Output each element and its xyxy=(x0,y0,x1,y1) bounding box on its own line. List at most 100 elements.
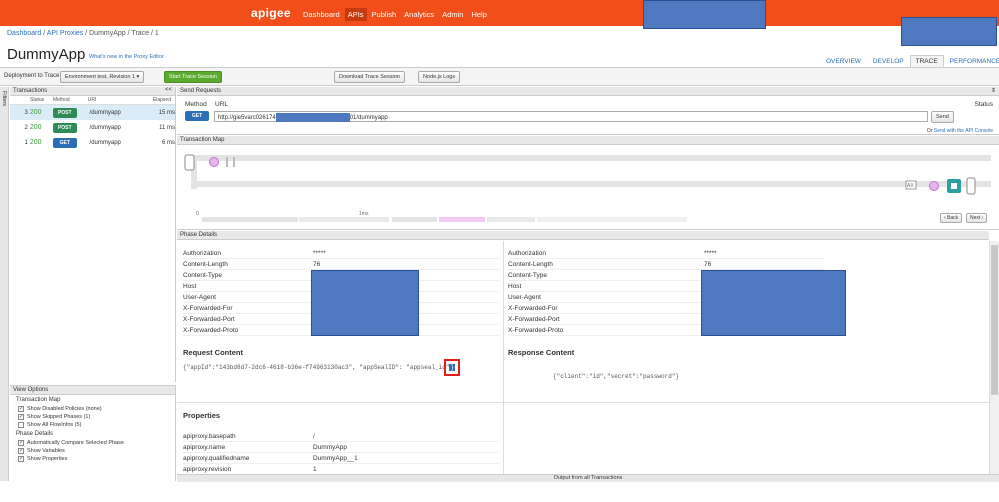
header-name: X-Forwarded-Proto xyxy=(508,326,564,334)
option-all-flowinfos[interactable]: Show All FlowInfos (5) xyxy=(10,421,175,429)
breadcrumb-proxy: DummyApp xyxy=(89,30,126,37)
properties-table: apiproxy.basepath / apiproxy.name DummyApp… xyxy=(183,431,499,475)
checkbox-checked-icon[interactable]: ✓ xyxy=(18,406,24,412)
download-trace-button[interactable]: Download Trace Session xyxy=(334,71,405,83)
checkbox-checked-icon[interactable]: ✓ xyxy=(18,456,24,462)
or-text: Or xyxy=(926,128,934,134)
nav-help[interactable]: Help xyxy=(468,8,489,21)
property-value: / xyxy=(313,432,315,440)
filters-strip[interactable]: Filters xyxy=(0,87,9,481)
checkbox-checked-icon[interactable]: ✓ xyxy=(18,414,24,420)
property-name: apiproxy.qualifiedname xyxy=(183,454,250,462)
step-divider-icon xyxy=(226,157,228,167)
property-value: DummyApp xyxy=(313,443,347,451)
phase-details-title: Phase Details xyxy=(177,231,989,240)
transaction-row[interactable]: 1 200 GET /dummyapp 6 ms xyxy=(10,135,175,150)
apigee-logo[interactable]: apigee xyxy=(251,6,291,20)
api-console-link[interactable]: Send with the API Console xyxy=(934,128,993,134)
redaction-box xyxy=(311,270,419,336)
col-method[interactable]: Method xyxy=(41,97,76,103)
col-elapsed[interactable]: Elapsed xyxy=(139,97,175,103)
col-status[interactable]: Status xyxy=(10,97,44,103)
scrollbar-thumb[interactable] xyxy=(991,245,998,395)
transactions-panel: Transactions << Status Method URI Elapse… xyxy=(10,87,176,382)
option-label: Automatically Compare Selected Phase xyxy=(27,440,124,446)
header-name: Content-Length xyxy=(183,260,228,268)
redaction-box xyxy=(275,113,350,122)
breadcrumb-api-proxies[interactable]: API Proxies xyxy=(47,30,84,37)
header-value: 76 xyxy=(313,260,321,268)
status-label: Status xyxy=(974,101,993,108)
row-status: 200 xyxy=(29,109,42,116)
phase-scrollbar[interactable] xyxy=(989,241,999,481)
option-label: Show Variables xyxy=(27,448,65,454)
option-skipped-phases[interactable]: ✓ Show Skipped Phases (1) xyxy=(10,413,175,421)
send-button[interactable]: Send xyxy=(931,111,954,123)
option-show-variables[interactable]: ✓ Show Variables xyxy=(10,447,175,455)
url-label: URL xyxy=(215,101,229,108)
response-content-body: {"client":"id","secret":"password"} xyxy=(553,373,680,380)
response-content-title: Response Content xyxy=(508,348,575,357)
timeline-segment xyxy=(299,217,389,222)
nav-publish[interactable]: Publish xyxy=(369,8,400,21)
transaction-map-title: Transaction Map xyxy=(177,136,999,145)
property-name: apiproxy.name xyxy=(183,443,226,451)
option-auto-compare[interactable]: ✓ Automatically Compare Selected Phase xyxy=(10,439,175,447)
output-panel-bar[interactable]: Output from all Transactions xyxy=(177,474,999,482)
request-json: {"appId":"143bd8d7-2dc6-4618-b36e-f74963… xyxy=(183,364,450,371)
col-uri[interactable]: URI xyxy=(76,97,140,103)
collapse-icon[interactable]: << xyxy=(165,87,172,93)
nav-analytics[interactable]: Analytics xyxy=(401,8,437,21)
breadcrumb-trace: Trace xyxy=(131,30,150,37)
transaction-row[interactable]: 2 200 POST /dummyapp 11 ms xyxy=(10,120,175,135)
timeline-segment xyxy=(392,217,437,222)
map-options-title: Transaction Map xyxy=(16,397,61,403)
option-show-properties[interactable]: ✓ Show Properties xyxy=(10,455,175,463)
row-uri: /dummyapp xyxy=(89,124,121,131)
header-name: X-Forwarded-Port xyxy=(183,315,235,323)
header-name: User-Agent xyxy=(508,293,541,301)
property-name: apiproxy.revision xyxy=(183,465,232,473)
header-name: X-Forwarded-For xyxy=(508,304,558,312)
send-requests-panel: Send Requests ⇕ Method URL Status GET htt… xyxy=(177,87,999,135)
properties-title: Properties xyxy=(183,411,221,420)
send-requests-header: Send Requests ⇕ xyxy=(177,87,999,96)
nav-admin[interactable]: Admin xyxy=(439,8,466,21)
checkbox-unchecked-icon[interactable] xyxy=(18,422,24,428)
property-value: 1 xyxy=(313,465,317,473)
timeline-segment xyxy=(487,217,535,222)
section-divider xyxy=(177,402,989,403)
nav-apis[interactable]: APIs xyxy=(344,8,367,21)
method-select[interactable]: GET xyxy=(185,111,209,121)
checkbox-checked-icon[interactable]: ✓ xyxy=(18,448,24,454)
transaction-row[interactable]: 3 200 POST /dummyapp 15 ms xyxy=(10,105,175,120)
row-number: 3 xyxy=(24,109,28,116)
view-options-title[interactable]: View Options xyxy=(10,386,175,395)
checkbox-checked-icon[interactable]: ✓ xyxy=(18,440,24,446)
header-value: 76 xyxy=(704,260,712,268)
whats-new-link[interactable]: What's new in the Proxy Editor xyxy=(89,54,164,60)
transactions-columns: Status Method URI Elapsed xyxy=(10,96,175,105)
breadcrumb-dashboard[interactable]: Dashboard xyxy=(7,30,41,37)
header-value: ***** xyxy=(704,249,717,257)
header-name: Content-Length xyxy=(508,260,553,268)
next-button[interactable]: Next › xyxy=(966,213,988,223)
request-content-title: Request Content xyxy=(183,348,243,357)
option-disabled-policies[interactable]: ✓ Show Disabled Policies (none) xyxy=(10,405,175,413)
row-uri: /dummyapp xyxy=(89,109,121,116)
option-label: Show Skipped Phases (1) xyxy=(27,414,91,420)
url-input[interactable]: http://gie5varc026174 01/dummyapp xyxy=(214,111,928,122)
row-status: 200 xyxy=(29,124,42,131)
environment-select[interactable]: Environment test, Revision 1 ▾ xyxy=(60,71,144,83)
nodejs-logs-button[interactable]: Node.js Logs xyxy=(418,71,461,83)
timeline-1ms: 1ms xyxy=(359,211,369,217)
nav-dashboard[interactable]: Dashboard xyxy=(300,8,343,21)
header-name: X-Forwarded-Proto xyxy=(183,326,239,334)
start-trace-button[interactable]: Start Trace Session xyxy=(164,71,222,83)
header-name: Content-Type xyxy=(183,271,223,279)
back-button[interactable]: ‹ Back xyxy=(940,213,963,223)
collapse-icon[interactable]: ⇕ xyxy=(991,87,996,94)
response-flow-track xyxy=(195,181,991,187)
header-name: User-Agent xyxy=(183,293,216,301)
breadcrumb: Dashboard / API Proxies / DummyApp / Tra… xyxy=(7,30,159,37)
